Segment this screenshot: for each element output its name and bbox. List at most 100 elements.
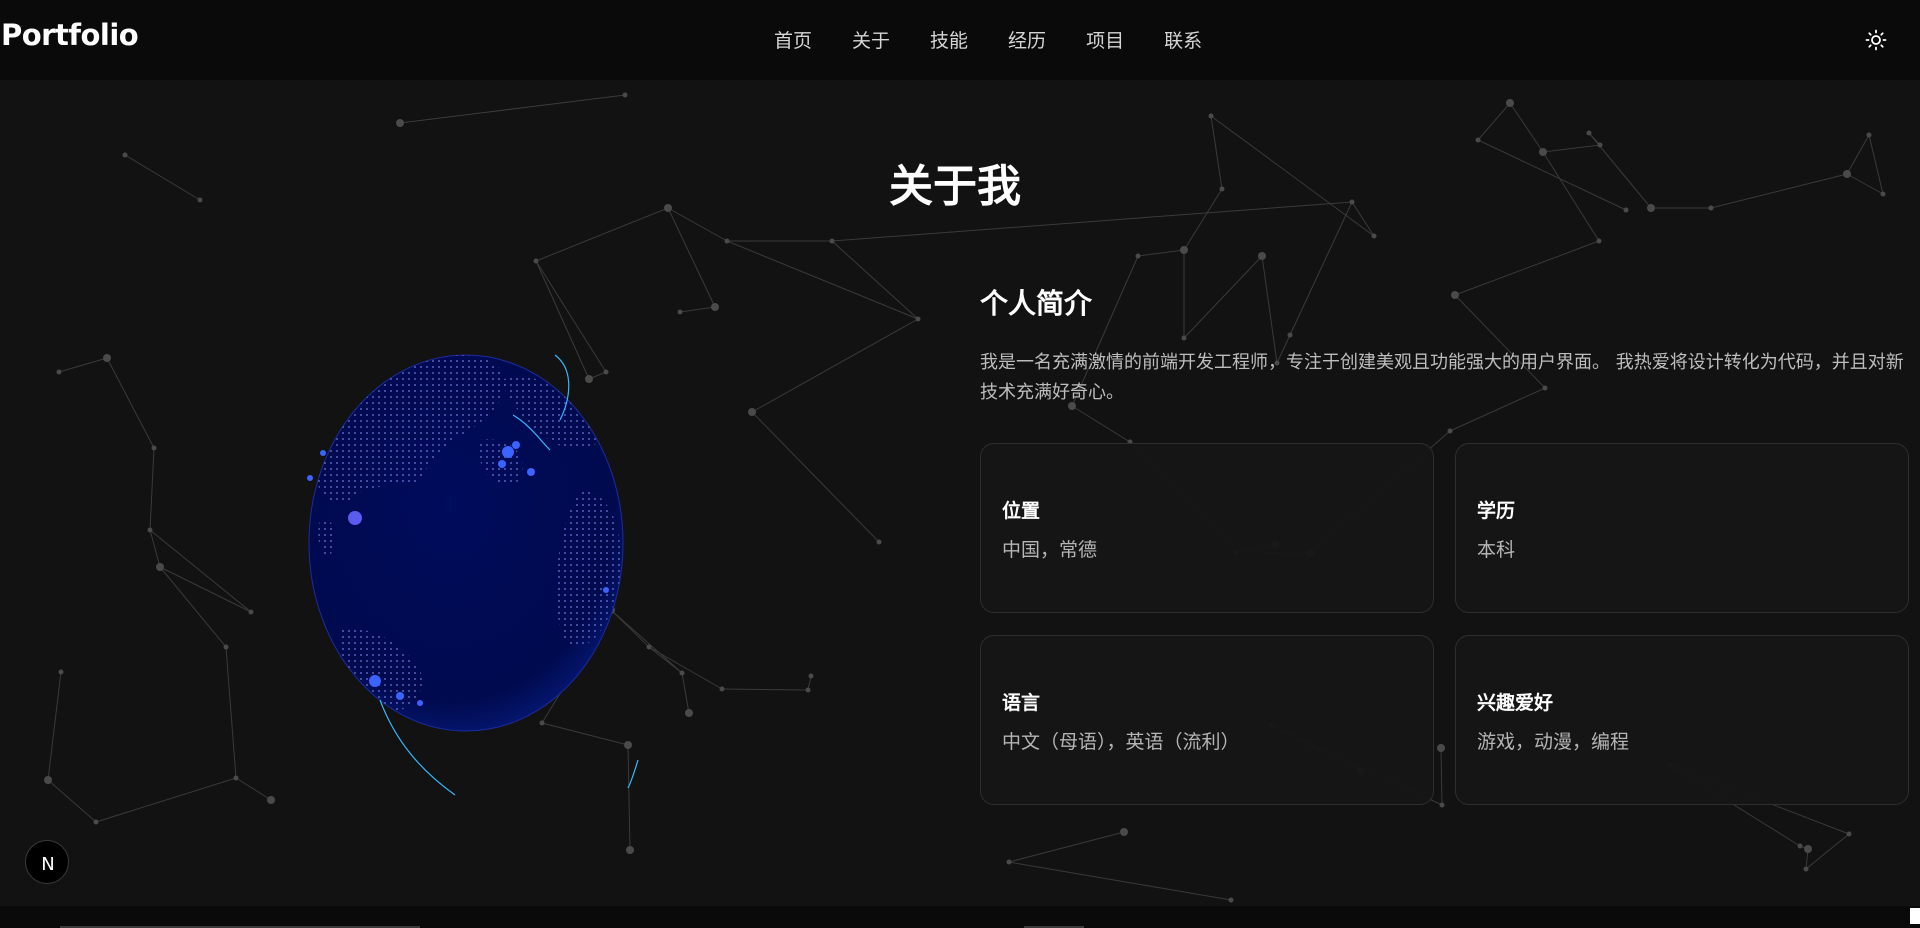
network-line (681, 672, 690, 714)
nav-home[interactable]: 首页 (774, 26, 812, 53)
network-line (1137, 249, 1185, 257)
network-node (829, 238, 835, 244)
network-node (1228, 897, 1234, 903)
network-line (1805, 833, 1850, 870)
network-node (1371, 233, 1377, 239)
card-language: 语言 中文（母语），英语（流利） (980, 635, 1434, 805)
network-node (1208, 113, 1214, 119)
nav-contact[interactable]: 联系 (1164, 26, 1202, 53)
network-line (47, 779, 97, 823)
page: Portfolio 首页 关于 技能 经历 项目 联系 关于我 个人简介 我是一… (0, 0, 1920, 928)
network-node (1006, 859, 1012, 865)
network-line (726, 240, 919, 320)
network-node (156, 563, 164, 571)
network-node (1120, 828, 1128, 836)
logo[interactable]: Portfolio (1, 18, 139, 52)
card-location: 位置 中国，常德 (980, 443, 1434, 613)
network-node (396, 119, 404, 127)
network-node (1180, 246, 1188, 254)
card-value: 本科 (1477, 539, 1516, 561)
network-line (235, 777, 272, 801)
network-line (1071, 405, 1131, 443)
network-node (1596, 238, 1602, 244)
network-node (103, 354, 111, 362)
network-node (223, 644, 229, 650)
network-node (533, 258, 539, 264)
network-node (93, 819, 99, 825)
network-node (1475, 137, 1481, 143)
network-node (1135, 253, 1141, 259)
network-node (622, 92, 628, 98)
card-value: 游戏，动漫，编程 (1477, 731, 1630, 753)
network-node (233, 775, 239, 781)
network-node (56, 369, 62, 375)
network-line (159, 566, 252, 613)
network-node (915, 316, 921, 322)
profile-intro: 个人简介 我是一名充满激情的前端开发工程师，专注于创建美观且功能强大的用户界面。… (980, 282, 1910, 408)
nav-skills[interactable]: 技能 (930, 26, 968, 53)
network-line (1509, 102, 1544, 153)
network-node (1804, 845, 1812, 853)
network-line (149, 529, 161, 568)
network-node (677, 309, 683, 315)
globe-visual (307, 354, 639, 796)
network-node (1866, 132, 1872, 138)
top-navbar: Portfolio 首页 关于 技能 经历 项目 联系 (0, 0, 1920, 80)
card-hobbies: 兴趣爱好 游戏，动漫，编程 (1455, 635, 1909, 805)
network-line (1477, 102, 1511, 141)
network-line (399, 94, 626, 124)
network-node (1797, 843, 1803, 849)
profile-text: 我是一名充满激情的前端开发工程师，专注于创建美观且功能强大的用户界面。 我热爱将… (980, 352, 1904, 403)
network-node (748, 408, 756, 416)
card-education: 学历 本科 (1455, 443, 1909, 613)
nav-experience[interactable]: 经历 (1008, 26, 1046, 53)
card-label: 学历 (1477, 500, 1516, 522)
scroll-corner (1910, 908, 1920, 924)
network-line (535, 207, 669, 262)
network-node (808, 673, 814, 679)
network-line (751, 411, 880, 543)
network-node (267, 796, 275, 804)
network-node (1846, 831, 1852, 837)
network-node (876, 539, 882, 545)
network-line (47, 671, 62, 781)
section-title: 关于我 (889, 161, 1021, 212)
network-node (58, 669, 64, 675)
network-line (106, 357, 155, 449)
network-node (248, 609, 254, 615)
network-node (724, 238, 730, 244)
network-line (95, 777, 237, 823)
nav-about[interactable]: 关于 (852, 26, 890, 53)
network-line (149, 529, 252, 613)
network-node (1586, 130, 1592, 136)
network-node (1597, 142, 1603, 148)
network-node (626, 846, 634, 854)
network-line (58, 357, 108, 373)
nextjs-icon[interactable]: N (25, 840, 69, 884)
network-node (151, 445, 157, 451)
nav-projects[interactable]: 项目 (1086, 26, 1124, 53)
bottom-bar (0, 906, 1920, 928)
sun-icon[interactable] (1864, 28, 1888, 52)
network-line (1008, 831, 1125, 863)
card-label: 兴趣爱好 (1477, 692, 1554, 714)
network-line (751, 318, 919, 413)
network-node (1803, 866, 1809, 872)
network-node (1258, 252, 1266, 260)
network-node (679, 670, 685, 676)
network-node (711, 303, 719, 311)
nextjs-letter: N (41, 854, 54, 875)
network-line (667, 207, 716, 308)
n-icon: N (41, 854, 54, 875)
network-line (159, 566, 227, 648)
network-node (685, 709, 693, 717)
network-node (1506, 99, 1514, 107)
network-node (147, 527, 153, 533)
card-label: 位置 (1002, 500, 1041, 522)
info-cards: 位置 中国，常德 学历 本科 语言 中文（母语），英语（流利） 兴趣爱好 游戏，… (980, 443, 1910, 807)
network-line (679, 306, 716, 313)
card-value: 中文（母语），英语（流利） (1002, 731, 1240, 753)
network-line (721, 688, 809, 691)
network-node (1447, 428, 1453, 434)
network-node (44, 776, 52, 784)
